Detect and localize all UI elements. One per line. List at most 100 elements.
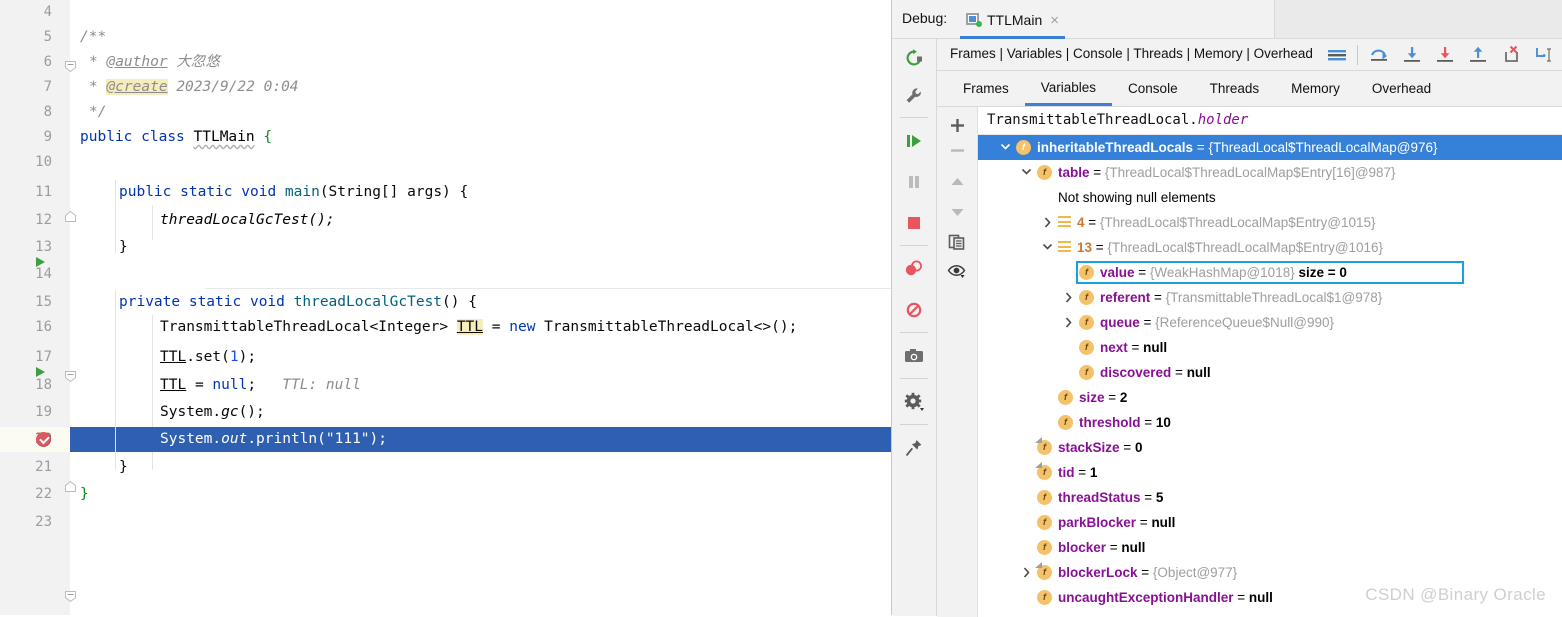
editor-line[interactable]: 4 [0, 0, 891, 25]
editor-line[interactable]: 7 * @create 2023/9/22 0:04 [0, 75, 891, 100]
hamburger-icon[interactable] [1320, 39, 1353, 70]
tree-row-text: blocker = null [1058, 540, 1146, 555]
screenshot-icon[interactable] [892, 335, 936, 376]
editor-line[interactable]: 18 TTL = null; TTL: null [0, 373, 891, 398]
resume-icon[interactable] [892, 120, 936, 161]
close-icon[interactable]: × [1050, 12, 1059, 29]
tree-row[interactable]: f parkBlocker = null [978, 510, 1562, 535]
move-up-icon[interactable] [937, 169, 977, 194]
variable-TTL: TTL [160, 349, 187, 365]
code-editor[interactable]: 4 5 /** 6 * @author 大忽悠 7 * @create 2023… [0, 0, 891, 615]
tree-row[interactable]: f referent = {TransmittableThreadLocal$1@… [978, 285, 1562, 310]
line-number: 7 [43, 79, 52, 95]
tree-row[interactable]: f threadStatus = 5 [978, 485, 1562, 510]
breakpoint-icon[interactable] [36, 432, 51, 447]
variables-toolbar[interactable] [937, 107, 978, 617]
run-to-cursor-icon[interactable] [1527, 39, 1560, 70]
tab-console[interactable]: Console [1112, 71, 1194, 106]
pause-icon[interactable] [892, 161, 936, 202]
editor-line[interactable]: 11 public static void main(String[] args… [0, 180, 891, 383]
javadoc-tag-author: @author [106, 54, 168, 70]
tree-row-text: threadStatus = 5 [1058, 490, 1164, 505]
editor-line[interactable]: 16 TransmittableThreadLocal<Integer> TTL… [0, 315, 891, 340]
editor-line-current[interactable]: 20 System.out.println("111"); [0, 427, 891, 452]
stop-icon[interactable] [892, 202, 936, 243]
chevron-right-icon[interactable] [1061, 285, 1075, 310]
tree-row[interactable]: f discovered = null [978, 360, 1562, 385]
tab-memory[interactable]: Memory [1275, 71, 1356, 106]
drop-frame-icon[interactable] [1494, 39, 1527, 70]
editor-line[interactable]: 6 * @author 大忽悠 [0, 50, 891, 75]
tree-row[interactable]: f next = null [978, 335, 1562, 360]
chevron-down-icon[interactable] [998, 135, 1012, 160]
remove-watch-icon[interactable] [937, 138, 977, 163]
add-watch-icon[interactable] [937, 113, 977, 138]
variables-tree[interactable]: TransmittableThreadLocal.holder f inherit… [978, 107, 1562, 617]
tree-row[interactable]: Not showing null elements [978, 185, 1562, 210]
tree-row[interactable]: f stackSize = 0 [978, 435, 1562, 460]
force-step-into-icon[interactable] [1428, 39, 1461, 70]
chevron-right-icon[interactable] [1040, 210, 1054, 235]
settings-wrench-icon[interactable] [892, 77, 936, 115]
debug-session-tab[interactable]: TTLMain × [960, 4, 1065, 39]
tree-row[interactable]: 13 = {ThreadLocal$ThreadLocalMap$Entry@1… [978, 235, 1562, 260]
view-breakpoints-icon[interactable] [892, 248, 936, 289]
tab-threads[interactable]: Threads [1194, 71, 1276, 106]
line-number: 21 [35, 459, 52, 475]
tab-frames[interactable]: Frames [947, 71, 1025, 106]
eye-icon[interactable] [937, 258, 977, 283]
chevron-down-icon[interactable] [1040, 235, 1054, 260]
tree-row[interactable]: f blocker = null [978, 535, 1562, 560]
editor-line[interactable]: 17 TTL.set(1); [0, 345, 891, 370]
copy-icon[interactable] [937, 229, 977, 254]
fold-marker-icon[interactable] [64, 586, 77, 603]
line-number: 9 [43, 129, 52, 145]
step-into-icon[interactable] [1395, 39, 1428, 70]
debug-tabbar: Debug: TTLMain × [892, 0, 1562, 39]
gear-icon[interactable] [892, 381, 936, 422]
variables-tree-rows[interactable]: f inheritableThreadLocals = {ThreadLocal$… [978, 135, 1562, 610]
step-actions[interactable] [1320, 39, 1560, 70]
tree-row[interactable]: f queue = {ReferenceQueue$Null@990} [978, 310, 1562, 335]
field-icon: f [1037, 540, 1052, 555]
debug-view-tabs[interactable]: Frames Variables Console Threads Memory … [937, 71, 1562, 107]
field-icon: f [1079, 340, 1094, 355]
mute-breakpoints-icon[interactable] [892, 289, 936, 330]
tree-row[interactable]: f threshold = 10 [978, 410, 1562, 435]
editor-line[interactable]: 14 [0, 262, 891, 287]
tree-row[interactable]: f size = 2 [978, 385, 1562, 410]
tree-row[interactable]: f tid = 1 [978, 460, 1562, 485]
line-number: 13 [35, 239, 52, 255]
debug-action-strip[interactable] [892, 39, 937, 616]
chevron-right-icon[interactable] [1019, 560, 1033, 585]
editor-line[interactable]: 9 public class TTLMain { [0, 125, 891, 267]
editor-line[interactable]: 10 [0, 150, 891, 175]
editor-line[interactable]: 13 } [0, 235, 891, 492]
editor-line[interactable]: 21 } [0, 455, 891, 480]
rerun-icon[interactable] [892, 39, 936, 77]
editor-line[interactable]: 22 } [0, 482, 891, 507]
line-number: 18 [35, 377, 52, 393]
move-down-icon[interactable] [937, 200, 977, 225]
step-out-icon[interactable] [1461, 39, 1494, 70]
editor-line[interactable]: 23 [0, 510, 891, 535]
chevron-right-icon[interactable] [1061, 310, 1075, 335]
tab-overhead[interactable]: Overhead [1356, 71, 1447, 106]
tree-row[interactable]: f value = {WeakHashMap@1018} size = 0 [978, 260, 1562, 285]
editor-line[interactable]: 12 threadLocalGcTest(); [0, 208, 891, 233]
editor-line[interactable]: 19 System.gc(); [0, 400, 891, 425]
chevron-down-icon[interactable] [1019, 160, 1033, 185]
editor-line[interactable]: 15 private static void threadLocalGcTest… [0, 290, 891, 603]
editor-line[interactable]: 5 /** [0, 25, 891, 73]
editor-line[interactable]: 8 */ [0, 100, 891, 222]
tab-variables[interactable]: Variables [1024, 71, 1113, 106]
tree-row-text: parkBlocker = null [1058, 515, 1176, 530]
tree-row[interactable]: 4 = {ThreadLocal$ThreadLocalMap$Entry@10… [978, 210, 1562, 235]
tree-row[interactable]: f blockerLock = {Object@977} [978, 560, 1562, 585]
tree-row[interactable]: f table = {ThreadLocal$ThreadLocalMap$Ent… [978, 160, 1562, 185]
call-end: (); [238, 404, 265, 420]
step-over-icon[interactable] [1362, 39, 1395, 70]
tree-row[interactable]: f inheritableThreadLocals = {ThreadLocal$… [978, 135, 1562, 160]
line-number: 10 [35, 154, 52, 170]
pin-icon[interactable] [892, 427, 936, 468]
